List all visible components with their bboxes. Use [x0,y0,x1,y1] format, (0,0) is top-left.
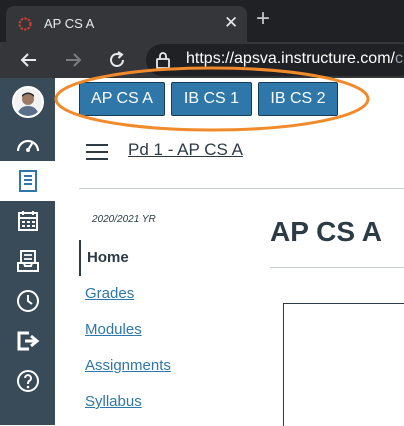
course-nav-modules[interactable]: Modules [79,312,199,348]
back-icon[interactable] [18,49,40,71]
breadcrumb[interactable]: Pd 1 - AP CS A [128,140,243,160]
term-label: 2020/2021 YR [92,214,156,225]
browser-tabstrip: AP CS A ✕ + [0,0,404,42]
history-link[interactable] [0,281,55,321]
help-icon [16,370,39,392]
commons-link[interactable] [0,321,55,361]
tab-title: AP CS A [44,16,95,31]
avatar [11,86,44,118]
courses-link[interactable] [0,161,55,201]
highlight-ellipse [54,66,370,132]
hamburger-menu-icon[interactable] [86,144,108,160]
commons-icon [17,331,39,351]
courses-icon [18,170,37,192]
course-nav-assignments[interactable]: Assignments [79,348,199,384]
plus-icon[interactable]: + [256,7,270,31]
browser-tab[interactable]: AP CS A ✕ [6,6,247,42]
course-nav-syllabus[interactable]: Syllabus [79,384,199,420]
dashboard-link[interactable] [0,124,55,164]
calendar-icon [17,211,38,231]
header-divider [79,188,404,189]
content-frame [283,303,404,426]
inbox-icon [16,250,39,272]
canvas-logo-icon [18,17,32,31]
title-divider [270,267,404,268]
course-nav-home[interactable]: Home [79,240,201,276]
calendar-link[interactable] [0,201,55,241]
course-nav-grades[interactable]: Grades [79,276,199,312]
dashboard-icon [16,139,39,152]
global-nav [0,78,55,425]
account-link[interactable] [0,82,55,122]
close-icon[interactable]: ✕ [224,13,238,33]
page-title: AP CS A [270,216,383,247]
history-icon [16,290,39,312]
inbox-link[interactable] [0,241,55,281]
help-link[interactable] [0,361,55,401]
